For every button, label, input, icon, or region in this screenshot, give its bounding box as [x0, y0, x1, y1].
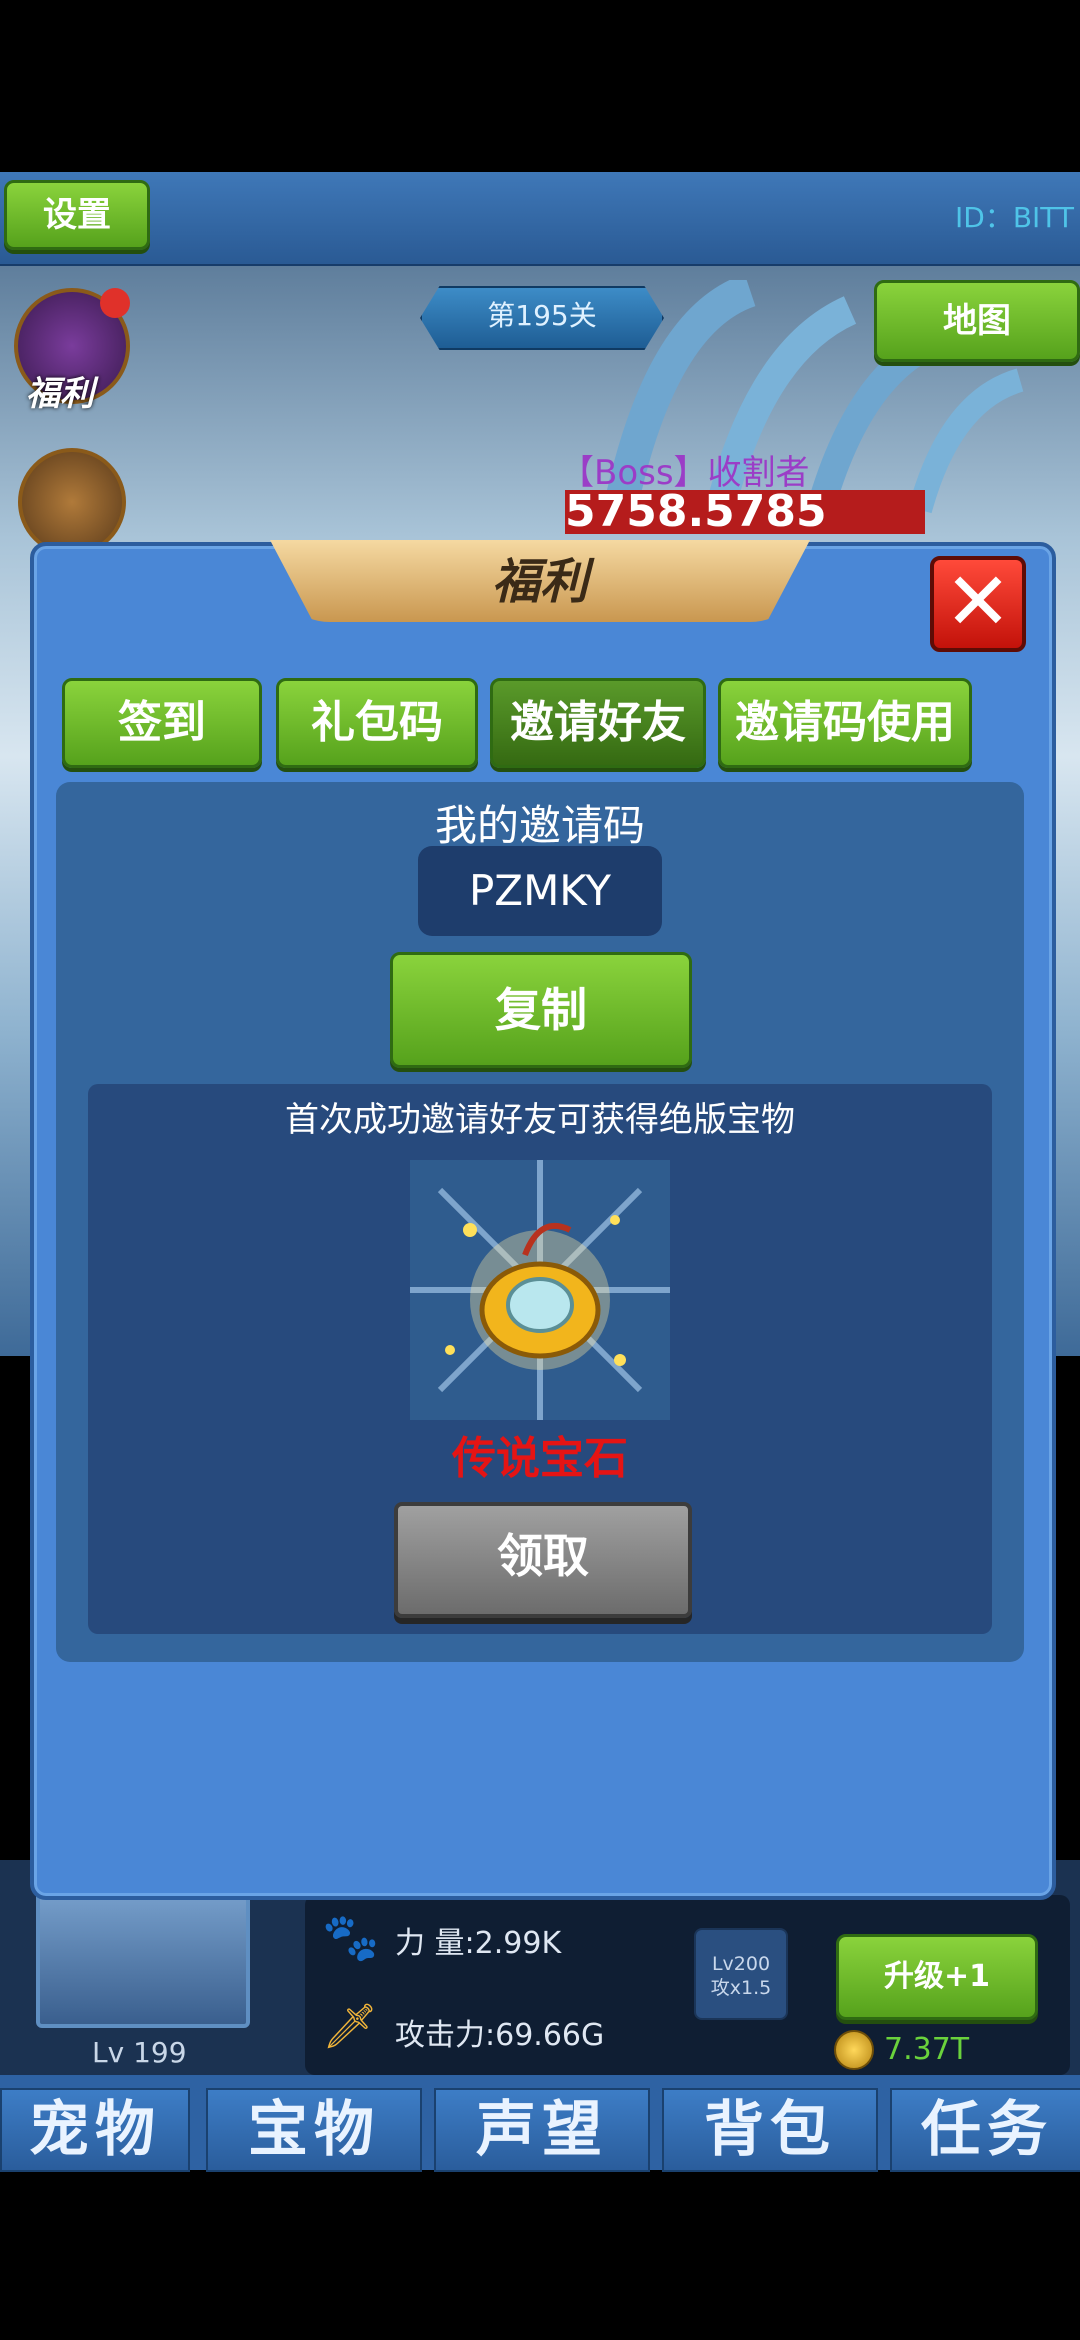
tab-sign-in[interactable]: 签到	[62, 678, 262, 768]
chest-icon[interactable]	[18, 448, 126, 556]
nav-tab-tasks[interactable]: 任务	[890, 2088, 1080, 2172]
reward-description: 首次成功邀请好友可获得绝版宝物	[285, 1100, 795, 1140]
welfare-icon-label: 福利	[26, 374, 94, 414]
boss-hp-text: 5758.5785	[565, 486, 827, 537]
sword-icon: 🗡	[322, 2001, 378, 2052]
paw-icon: 🐾	[322, 1910, 380, 1964]
user-id: ID：BITT	[955, 201, 1075, 234]
tab-gift-code[interactable]: 礼包码	[276, 678, 478, 768]
nav-tab-backpack[interactable]: 背包	[662, 2088, 878, 2172]
dialog-title: 福利	[491, 554, 588, 610]
top-bar	[0, 172, 1080, 267]
invite-code-value: PZMKY	[418, 846, 662, 936]
claim-button[interactable]: 领取	[394, 1502, 692, 1618]
level-banner: 第195关	[420, 286, 664, 350]
welfare-notification-dot	[100, 288, 130, 318]
boss-hp-bar: 5758.5785	[565, 490, 925, 534]
close-button[interactable]: ✕	[930, 556, 1026, 652]
upgrade-button[interactable]: 升级+1	[836, 1934, 1038, 2020]
badge-level: Lv200	[711, 1953, 771, 1975]
pet-power: 力 量:2.99K	[395, 1926, 562, 1961]
coin-icon	[834, 2030, 874, 2070]
map-button[interactable]: 地图	[874, 280, 1080, 362]
tab-invite-friends[interactable]: 邀请好友	[490, 678, 706, 768]
badge-multiplier: 攻x1.5	[710, 1977, 772, 1999]
close-icon: ✕	[944, 555, 1012, 648]
pet-level: Lv 199	[92, 2036, 187, 2069]
pet-attack: 攻击力:69.66G	[395, 2018, 605, 2053]
multiplier-badge: Lv200 攻x1.5	[694, 1928, 788, 2020]
coin-amount: 7.37T	[884, 2032, 970, 2067]
my-code-label: 我的邀请码	[434, 801, 645, 850]
settings-button[interactable]: 设置	[4, 180, 150, 250]
legendary-gem-icon	[410, 1160, 670, 1420]
tab-use-invite-code[interactable]: 邀请码使用	[718, 678, 972, 768]
reward-item-name: 传说宝石	[452, 1433, 628, 1484]
nav-tab-prestige[interactable]: 声望	[434, 2088, 650, 2172]
nav-tab-treasures[interactable]: 宝物	[206, 2088, 422, 2172]
copy-button[interactable]: 复制	[390, 952, 692, 1068]
nav-tab-pets[interactable]: 宠物	[0, 2088, 190, 2172]
